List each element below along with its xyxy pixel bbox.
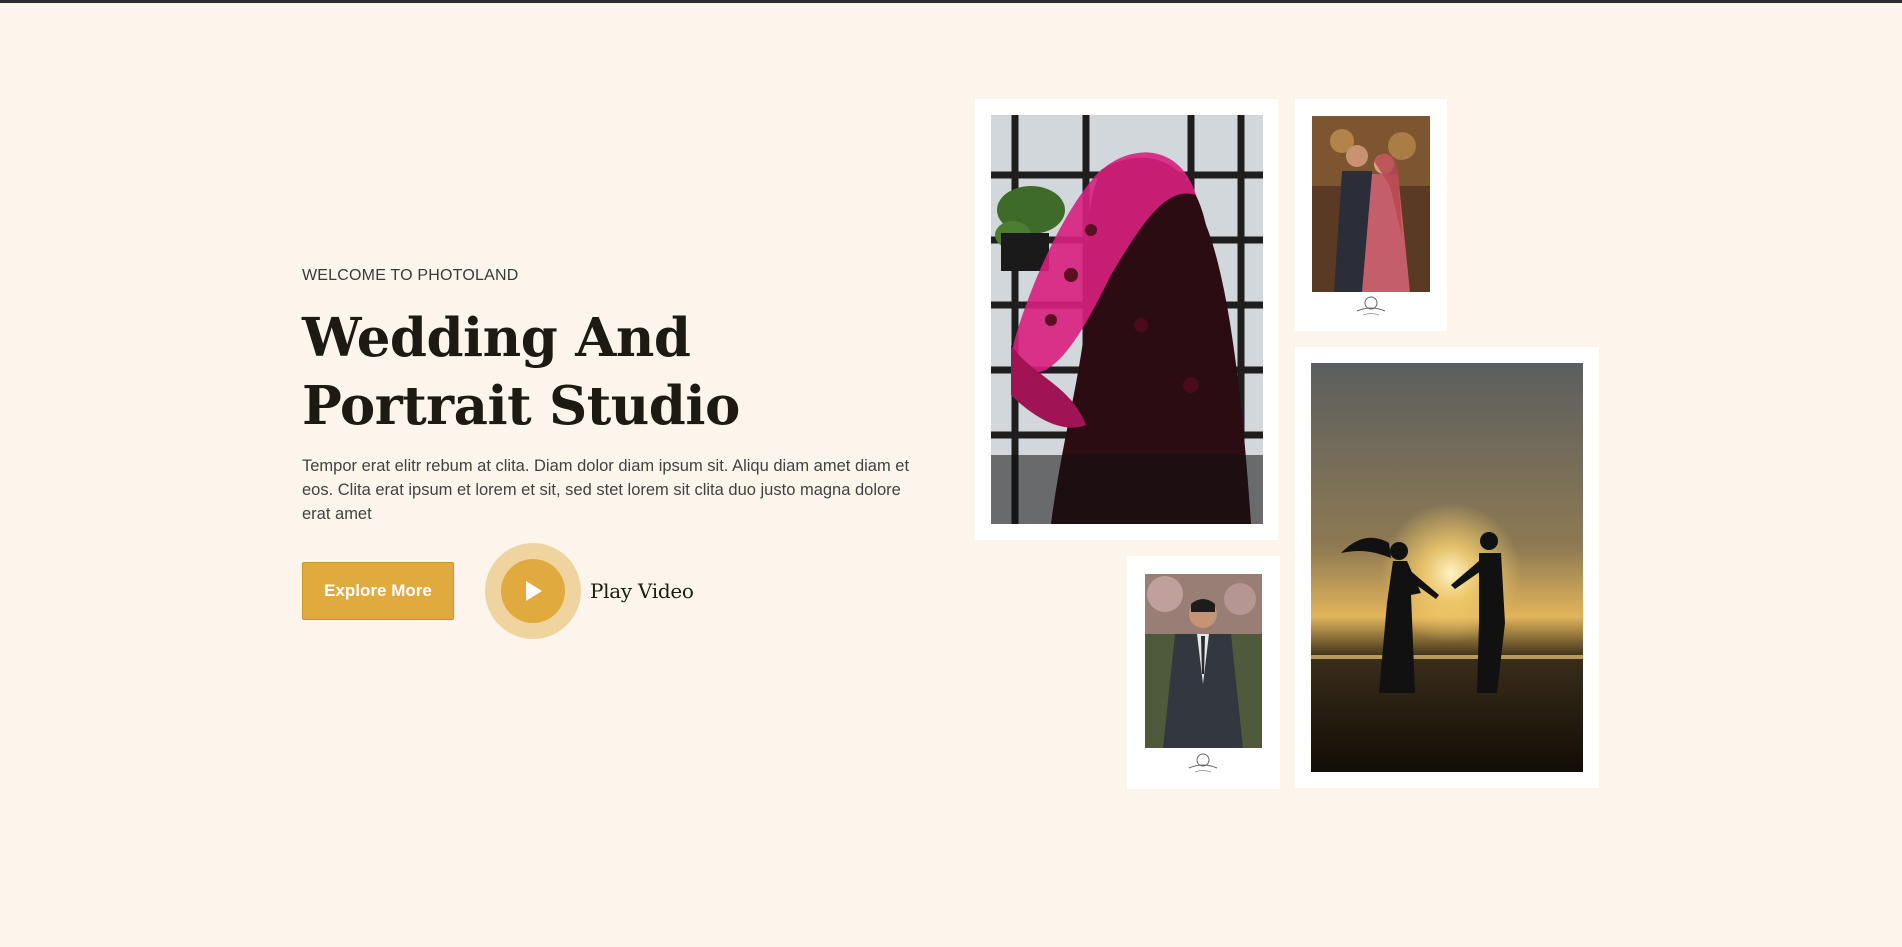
gallery-frame-1 <box>975 99 1278 540</box>
hero-title: Wedding And Portrait Studio <box>302 307 740 437</box>
photo-bride-veil[interactable] <box>991 115 1263 524</box>
hero-section: WELCOME TO PHOTOLAND Wedding And Portrai… <box>302 266 932 526</box>
photo-wedding-couple[interactable] <box>1312 116 1430 292</box>
gallery-frame-4 <box>1295 347 1599 788</box>
gallery-frame-3 <box>1127 556 1280 789</box>
photo-groom-suit[interactable] <box>1145 574 1262 748</box>
explore-more-button[interactable]: Explore More <box>302 562 454 620</box>
studio-signature-mark <box>1188 753 1218 773</box>
groom-suit-image <box>1145 574 1262 748</box>
gallery-frame-2 <box>1295 99 1447 331</box>
hero-description: Tempor erat elitr rebum at clita. Diam d… <box>302 457 910 523</box>
top-border <box>0 0 1902 3</box>
play-button-circle[interactable] <box>501 559 565 623</box>
play-icon <box>526 581 542 601</box>
hero-eyebrow: WELCOME TO PHOTOLAND <box>302 267 519 284</box>
play-video-label[interactable]: Play Video <box>590 579 694 603</box>
play-video-button[interactable] <box>485 543 581 639</box>
bride-veil-image <box>991 115 1263 524</box>
couple-sunset-image <box>1311 363 1583 772</box>
wedding-couple-image <box>1312 116 1430 292</box>
hero-actions: Explore More Play Video <box>302 542 802 642</box>
photo-couple-sunset[interactable] <box>1311 363 1583 772</box>
studio-signature-mark <box>1356 296 1386 316</box>
